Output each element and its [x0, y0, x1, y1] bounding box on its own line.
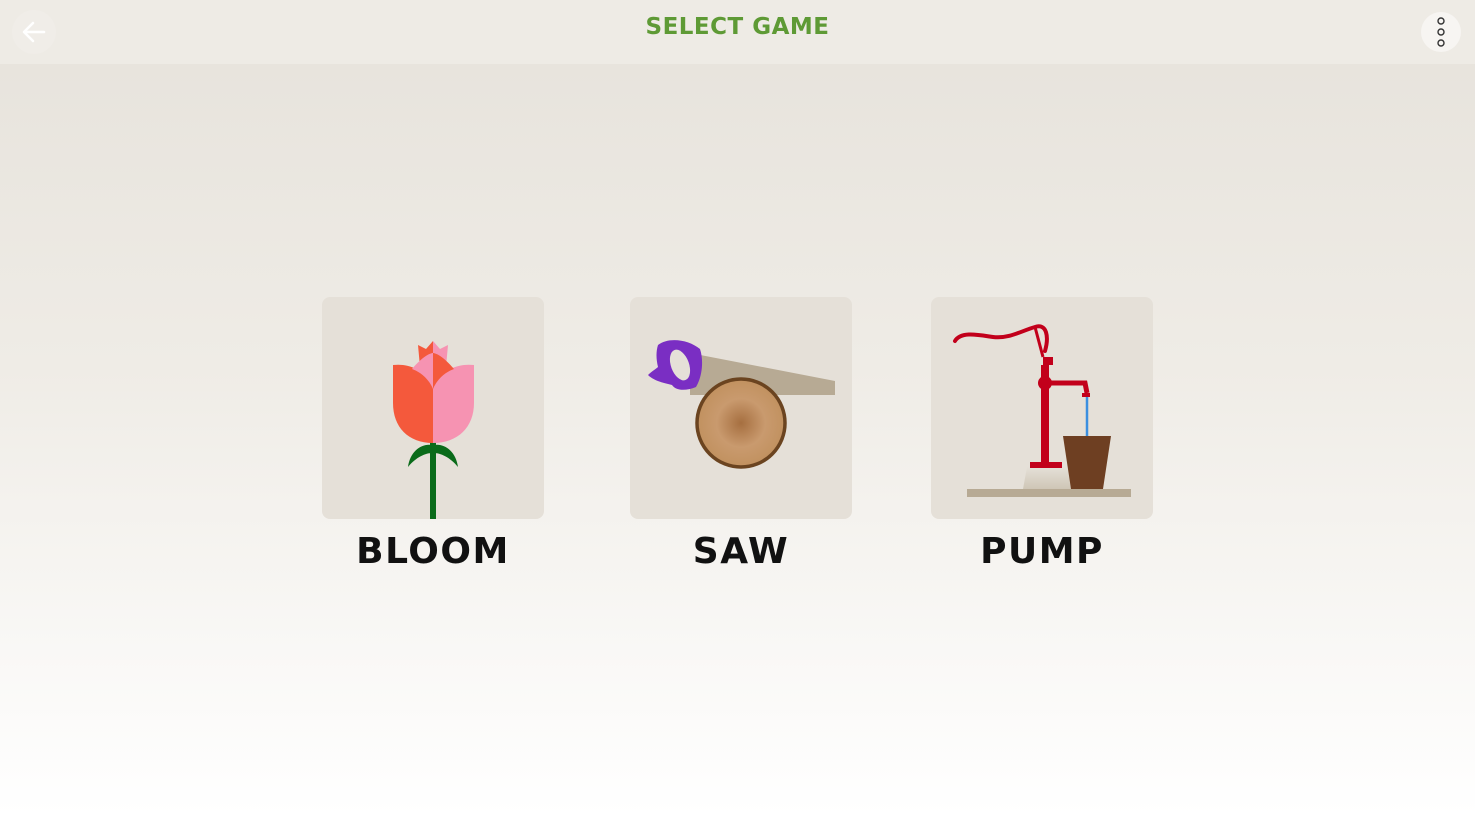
game-card-saw[interactable]: SAW	[630, 297, 852, 572]
game-tile-pump[interactable]	[931, 297, 1153, 519]
game-label-saw: SAW	[692, 531, 790, 572]
game-card-bloom[interactable]: BLOOM	[322, 297, 544, 572]
hand-saw-log-icon	[648, 340, 835, 469]
game-tile-saw[interactable]	[630, 297, 852, 519]
more-menu-button[interactable]	[1421, 12, 1461, 52]
top-bar: SELECT GAME	[0, 0, 1475, 64]
more-vertical-icon	[1437, 17, 1445, 47]
water-pump-icon	[953, 324, 1131, 497]
page-title: SELECT GAME	[645, 14, 830, 40]
game-tile-bloom[interactable]	[322, 297, 544, 519]
tulip-icon	[393, 341, 474, 519]
game-card-pump[interactable]: PUMP	[931, 297, 1153, 572]
game-label-pump: PUMP	[980, 531, 1104, 572]
game-label-bloom: BLOOM	[356, 531, 510, 572]
